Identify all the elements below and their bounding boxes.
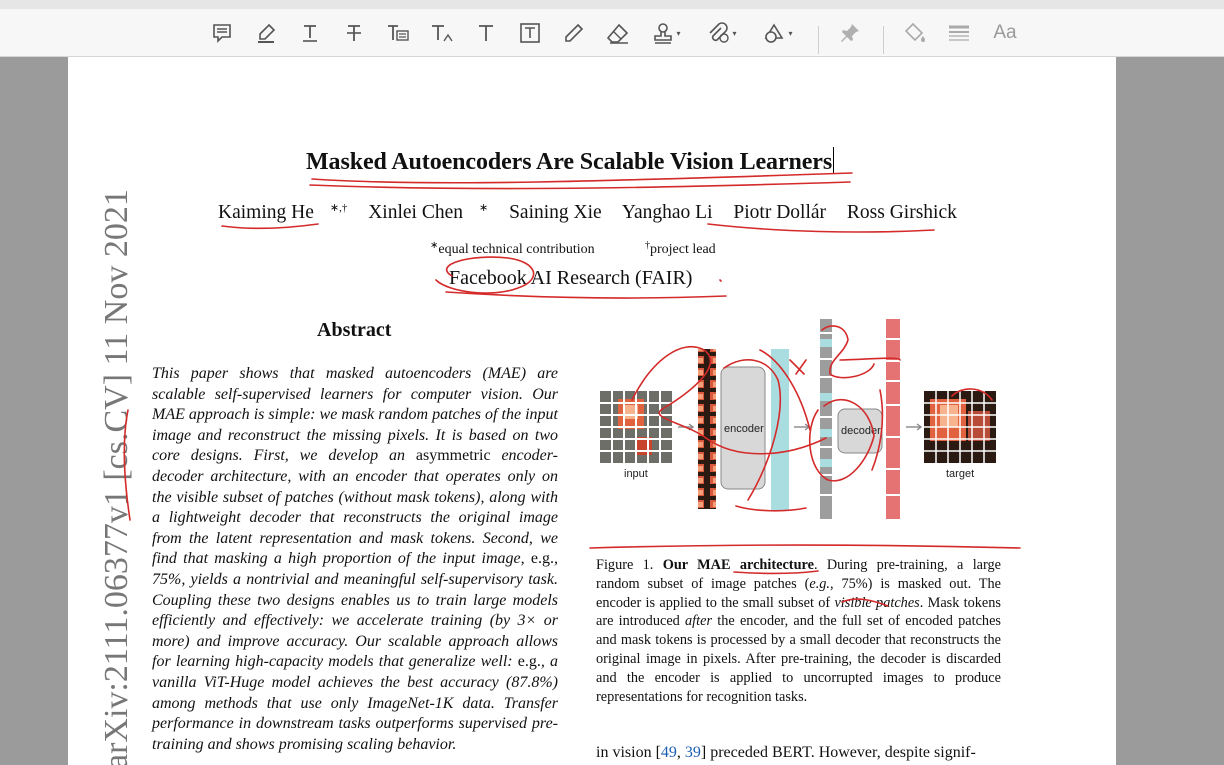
target-image [924,391,996,463]
replace-text-tool[interactable] [384,18,412,48]
attach-file-tool[interactable]: ▾ [702,18,740,48]
author: Piotr Dollár [733,202,827,223]
shapes-icon [765,23,784,43]
highlight-tool[interactable] [254,18,278,48]
insert-text-tool[interactable] [428,18,456,48]
stamp-icon [654,23,673,44]
input-label: input [624,468,648,480]
eraser-tool[interactable] [604,18,632,48]
shapes-tool[interactable]: ▾ [758,18,796,48]
arxiv-identifier: arXiv:2111.06377v1 [cs.CV] 11 Nov 2021 [98,189,135,765]
annotation-toolbar: ▾ ▾ ▾ Aa [0,0,1224,57]
text-cursor [833,147,835,173]
author: Xinlei Chen ∗ [368,202,489,223]
add-text-tool[interactable] [474,18,498,48]
paint-bucket-icon [904,22,925,42]
comment-tool[interactable] [210,18,234,48]
paper-title[interactable]: Masked Autoencoders Are Scalable Vision … [306,147,835,176]
line-thickness-tool[interactable] [946,18,972,48]
stamp-tool[interactable]: ▾ [648,18,684,48]
citation-link[interactable]: 39 [685,744,701,761]
highlighter-icon [258,23,276,43]
toolbar-divider [818,26,819,54]
pencil-icon [565,23,584,42]
pin-icon [841,24,859,42]
strikethrough-text-tool[interactable] [342,18,366,48]
author: Kaiming He ∗,† [218,202,348,223]
mae-architecture-figure: input encoder decoder target [600,319,996,519]
comment-icon [213,24,231,43]
replace-text-icon [388,25,409,41]
author-list: Kaiming He ∗,† Xinlei Chen ∗ Saining Xie Y… [218,201,973,224]
fill-color-tool[interactable] [902,18,928,48]
affiliation: Facebook AI Research (FAIR) [449,267,693,289]
add-text-icon [479,25,493,41]
strikethrough-text-icon [347,25,361,41]
target-label: target [946,468,974,480]
insert-text-icon [432,25,453,42]
abstract-text: This paper shows that masked autoencoder… [152,365,559,753]
token-sequence [820,319,832,519]
underline-text-tool[interactable] [298,18,322,48]
underline-text-icon [303,25,317,42]
encoded-patches [771,349,789,511]
decoder-label: decoder [841,425,881,437]
text-box-tool[interactable] [518,18,542,48]
line-thickness-icon [949,25,969,41]
figure-caption: Figure 1. Our MAE architecture. During p… [596,557,1002,705]
encoder-label: encoder [724,423,764,435]
font-tool-label: Aa [993,22,1017,43]
font-size-tool[interactable]: Aa [988,18,1022,48]
eraser-icon [606,23,629,44]
author: Yanghao Li [621,202,713,223]
decoded-tokens [886,319,900,519]
attach-file-icon [709,22,730,43]
visible-patches [698,349,716,509]
text-box-icon [520,23,540,43]
footnote-equal-contribution: ∗equal technical contribution [430,240,595,257]
pdf-page[interactable]: arXiv:2111.06377v1 [cs.CV] 11 Nov 2021 M… [68,57,1116,765]
arxiv-stamp: arXiv:2111.06377v1 [cs.CV] 11 Nov 2021 [98,189,138,765]
body-text: in vision [49, 39] preceded BERT. Howeve… [596,744,976,761]
input-image [600,391,672,463]
abstract-heading: Abstract [317,319,392,341]
citation-link[interactable]: 49 [661,744,677,761]
author: Ross Girshick [846,202,957,223]
draw-tool[interactable] [562,18,586,48]
author: Saining Xie [509,202,602,223]
footnote-project-lead: †project lead [645,240,716,257]
toolbar-divider [883,26,884,54]
pin-tool[interactable] [838,18,862,48]
